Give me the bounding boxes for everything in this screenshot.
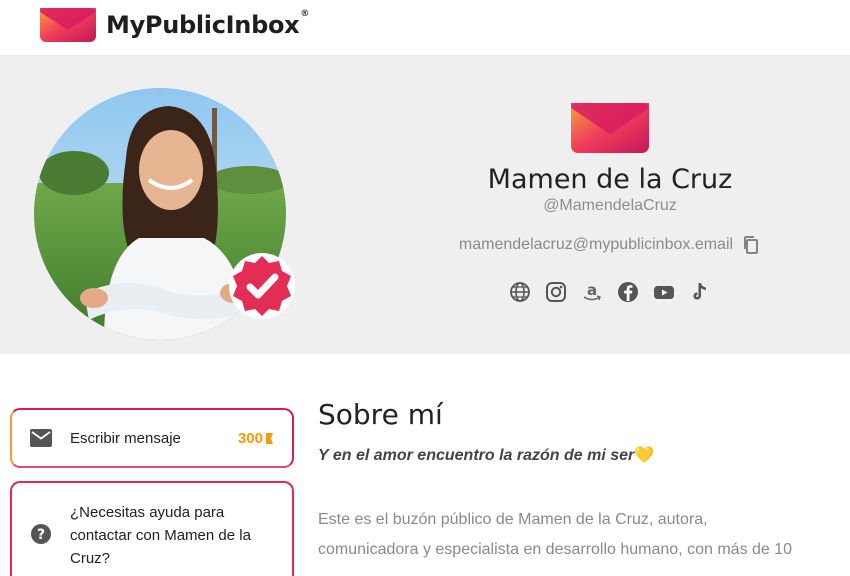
help-question-icon: ? (31, 524, 51, 544)
envelope-logo-icon (40, 8, 96, 42)
write-message-button[interactable]: Escribir mensaje 300 (10, 408, 294, 468)
profile-email[interactable]: mamendelacruz@mypublicinbox.email (459, 236, 733, 254)
price-value: 300 (237, 429, 263, 447)
message-price: 300 (238, 430, 274, 447)
email-row: mamendelacruz@mypublicinbox.email (430, 235, 790, 255)
registered-mark: ® (300, 9, 310, 19)
envelope-brand-icon (571, 103, 649, 153)
about-section: Sobre mí Y en el amor encuentro la razón… (318, 398, 838, 565)
description-line-2: comunicadora y especialista en desarroll… (318, 541, 793, 558)
about-description: Este es el buzón público de Mamen de la … (318, 505, 838, 565)
svg-text:a: a (587, 281, 597, 299)
copy-icon[interactable] (741, 235, 761, 255)
facebook-icon[interactable] (617, 281, 639, 303)
profile-handle: @MamendelaCruz (543, 197, 677, 214)
top-navigation-bar: MyPublicInbox® (0, 0, 850, 56)
profile-name: Mamen de la Cruz (487, 164, 733, 195)
instagram-icon[interactable] (545, 281, 567, 303)
description-line-1: Este es el buzón público de Mamen de la … (318, 511, 708, 528)
profile-hero: Mamen de la Cruz @MamendelaCruz mamendel… (0, 56, 850, 354)
help-contact-card[interactable]: ? ¿Necesitas ayuda para contactar con Ma… (10, 481, 294, 576)
mail-icon (30, 429, 52, 447)
verified-badge-icon (229, 253, 295, 319)
about-title: Sobre mí (318, 398, 443, 431)
token-icon (266, 432, 273, 444)
help-text: ¿Necesitas ayuda para contactar con Mame… (70, 504, 251, 567)
about-quote: Y en el amor encuentro la razón de mi se… (318, 447, 655, 464)
social-links: a (430, 281, 790, 303)
svg-text:?: ? (37, 527, 45, 543)
heart-emoji: 💛 (634, 447, 655, 464)
brand-name: MyPublicInbox® (106, 9, 310, 39)
brand-logo[interactable]: MyPublicInbox® (38, 6, 309, 44)
web-icon[interactable] (509, 281, 531, 303)
tiktok-icon[interactable] (689, 281, 711, 303)
amazon-icon[interactable]: a (581, 281, 603, 303)
profile-info: Mamen de la Cruz @MamendelaCruz mamendel… (430, 102, 790, 303)
youtube-icon[interactable] (653, 281, 675, 303)
write-message-label: Escribir mensaje (70, 429, 181, 447)
